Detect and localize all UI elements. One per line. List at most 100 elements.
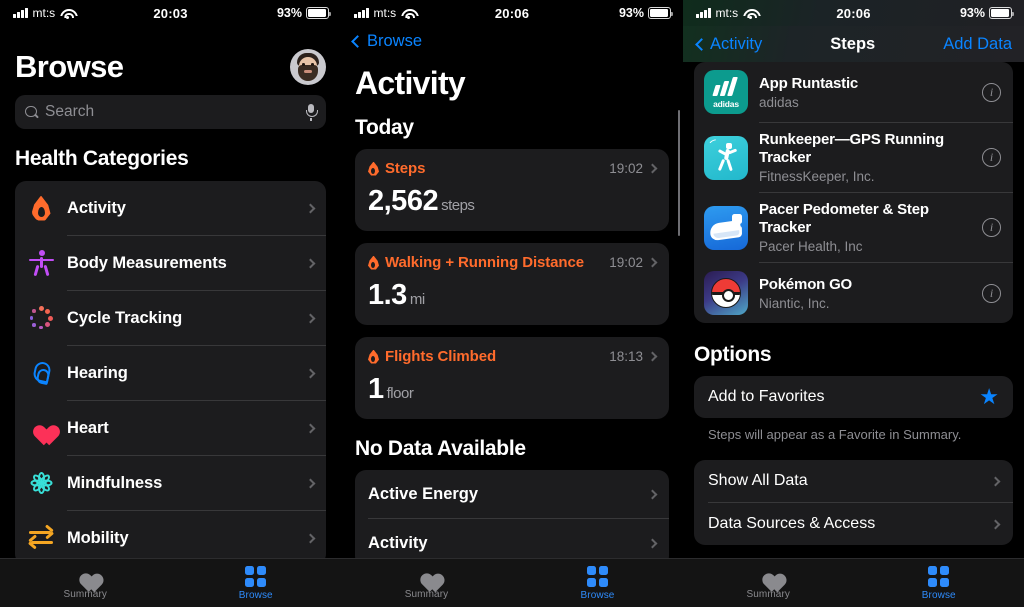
sidebar-item-cycle-tracking[interactable]: Cycle Tracking <box>15 291 326 345</box>
info-icon[interactable]: i <box>982 148 1001 167</box>
status-bar: mt:s 20:06 93% <box>683 0 1024 26</box>
info-icon[interactable]: i <box>982 283 1001 303</box>
metric-unit: mi <box>409 291 425 308</box>
avatar[interactable] <box>290 49 326 85</box>
data-card-steps[interactable]: Steps 19:02 2,562 steps <box>355 149 669 231</box>
carrier-label: mt:s <box>715 6 739 20</box>
category-label: Mindfulness <box>67 473 163 492</box>
app-name: Pokémon GO <box>759 275 853 293</box>
info-icon[interactable]: i <box>982 218 1001 237</box>
tab-label: Summary <box>404 589 449 600</box>
sidebar-item-hearing[interactable]: Hearing <box>15 346 326 400</box>
sidebar-item-heart[interactable]: Heart <box>15 401 326 455</box>
back-button[interactable]: Browse <box>341 26 683 53</box>
card-header: Walking + Running Distance 19:02 <box>368 254 658 271</box>
sidebar-item-mobility[interactable]: Mobility <box>15 511 326 565</box>
chevron-right-icon <box>305 313 316 323</box>
mobility-icon <box>15 524 67 550</box>
app-developer: Pacer Health, Inc <box>759 239 863 254</box>
data-card-walking-running-distance[interactable]: Walking + Running Distance 19:02 1.3 mi <box>355 243 669 325</box>
status-left: mt:s <box>341 6 471 20</box>
list-item-show-all-data[interactable]: Show All Data <box>694 460 1013 502</box>
tab-label: Browse <box>921 589 956 601</box>
list-item-pokemon-go[interactable]: Pokémon GO Niantic, Inc. i <box>694 263 1013 323</box>
grid-icon <box>928 565 950 587</box>
card-header: Flights Climbed 18:13 <box>368 348 658 365</box>
grid-icon <box>245 565 267 587</box>
tab-summary[interactable]: Summary <box>683 566 854 600</box>
sidebar-item-body-measurements[interactable]: Body Measurements <box>15 236 326 290</box>
tab-browse[interactable]: Browse <box>854 565 1024 601</box>
list-item-runkeeper[interactable]: Runkeeper—GPS Running Tracker FitnessKee… <box>694 123 1013 192</box>
tab-browse[interactable]: Browse <box>171 565 342 601</box>
chevron-right-icon <box>305 533 316 543</box>
wifi-icon <box>743 8 757 19</box>
info-icon[interactable]: i <box>982 82 1001 102</box>
tab-browse[interactable]: Browse <box>512 565 683 601</box>
sidebar-item-mindfulness[interactable]: Mindfulness <box>15 456 326 510</box>
steps-content: adidas App Runtastic adidas i Runkeeper—… <box>683 62 1024 545</box>
category-label: Mobility <box>67 528 129 547</box>
pokemon-go-app-icon <box>704 271 748 315</box>
heart-icon <box>415 566 438 586</box>
chevron-right-icon <box>305 423 316 433</box>
avatar-beard <box>298 65 318 81</box>
list-item-app-runtastic[interactable]: adidas App Runtastic adidas i <box>694 62 1013 122</box>
data-card-flights-climbed[interactable]: Flights Climbed 18:13 1 floor <box>355 337 669 419</box>
category-label: Activity <box>67 198 126 217</box>
sidebar-item-activity[interactable]: Activity <box>15 181 326 235</box>
heart-icon <box>74 566 97 586</box>
runkeeper-app-icon <box>704 135 748 180</box>
metric-unit: steps <box>441 197 475 214</box>
add-data-button[interactable]: Add Data <box>943 35 1012 54</box>
category-label: Cycle Tracking <box>67 308 183 327</box>
status-bar: mt:s 20:06 93% <box>341 0 683 26</box>
cellular-signal-icon <box>696 8 711 18</box>
chevron-right-icon <box>647 538 658 548</box>
metric-name: Walking + Running Distance <box>385 254 584 271</box>
cellular-signal-icon <box>354 8 369 18</box>
favorites-label: Add to Favorites <box>708 388 825 405</box>
status-clock: 20:06 <box>494 5 530 21</box>
tab-summary[interactable]: Summary <box>341 566 512 600</box>
battery-icon <box>306 7 332 19</box>
scrollbar[interactable] <box>677 110 680 236</box>
microphone-icon[interactable] <box>305 103 318 121</box>
back-button[interactable]: Activity <box>695 35 762 54</box>
list-item-data-sources-access[interactable]: Data Sources & Access <box>694 503 1013 545</box>
tab-summary[interactable]: Summary <box>0 566 171 600</box>
battery-icon <box>989 7 1015 19</box>
carrier-label: mt:s <box>373 6 397 20</box>
body-icon <box>15 250 67 277</box>
star-icon[interactable]: ★ <box>979 386 999 408</box>
tab-label: Browse <box>238 589 273 601</box>
status-right: 93% <box>894 6 1024 20</box>
list-item-pacer[interactable]: Pacer Pedometer & Step Tracker Pacer Hea… <box>694 193 1013 262</box>
search-input[interactable]: Search <box>15 95 326 129</box>
category-label: Heart <box>67 418 109 437</box>
flame-icon <box>368 161 379 176</box>
app-developer: Niantic, Inc. <box>759 295 830 311</box>
ear-icon <box>15 361 67 386</box>
metric-value: 1.3 <box>368 279 407 311</box>
tab-label: Summary <box>746 589 790 600</box>
adidas-app-icon: adidas <box>704 70 748 114</box>
app-sources-list: adidas App Runtastic adidas i Runkeeper—… <box>694 62 1013 323</box>
page-title: Activity <box>355 65 466 101</box>
tab-label: Browse <box>580 589 615 601</box>
battery-icon <box>648 7 674 19</box>
list-item-active-energy[interactable]: Active Energy <box>355 470 669 518</box>
add-to-favorites-button[interactable]: Add to Favorites ★ <box>694 376 1013 418</box>
chevron-right-icon <box>647 163 658 174</box>
battery-percent-label: 93% <box>618 6 644 20</box>
options-list: Show All Data Data Sources & Access <box>694 460 1013 545</box>
metric-value-row: 1 floor <box>368 373 656 406</box>
app-name: App Runtastic <box>759 74 859 92</box>
wifi-icon <box>401 8 415 19</box>
chevron-right-icon <box>305 203 316 213</box>
metric-time: 19:02 <box>609 255 643 270</box>
app-text: Pokémon GO Niantic, Inc. <box>759 276 971 311</box>
back-label: Browse <box>367 32 423 50</box>
tab-bar: Summary Browse <box>0 558 341 607</box>
flame-icon <box>368 255 379 270</box>
